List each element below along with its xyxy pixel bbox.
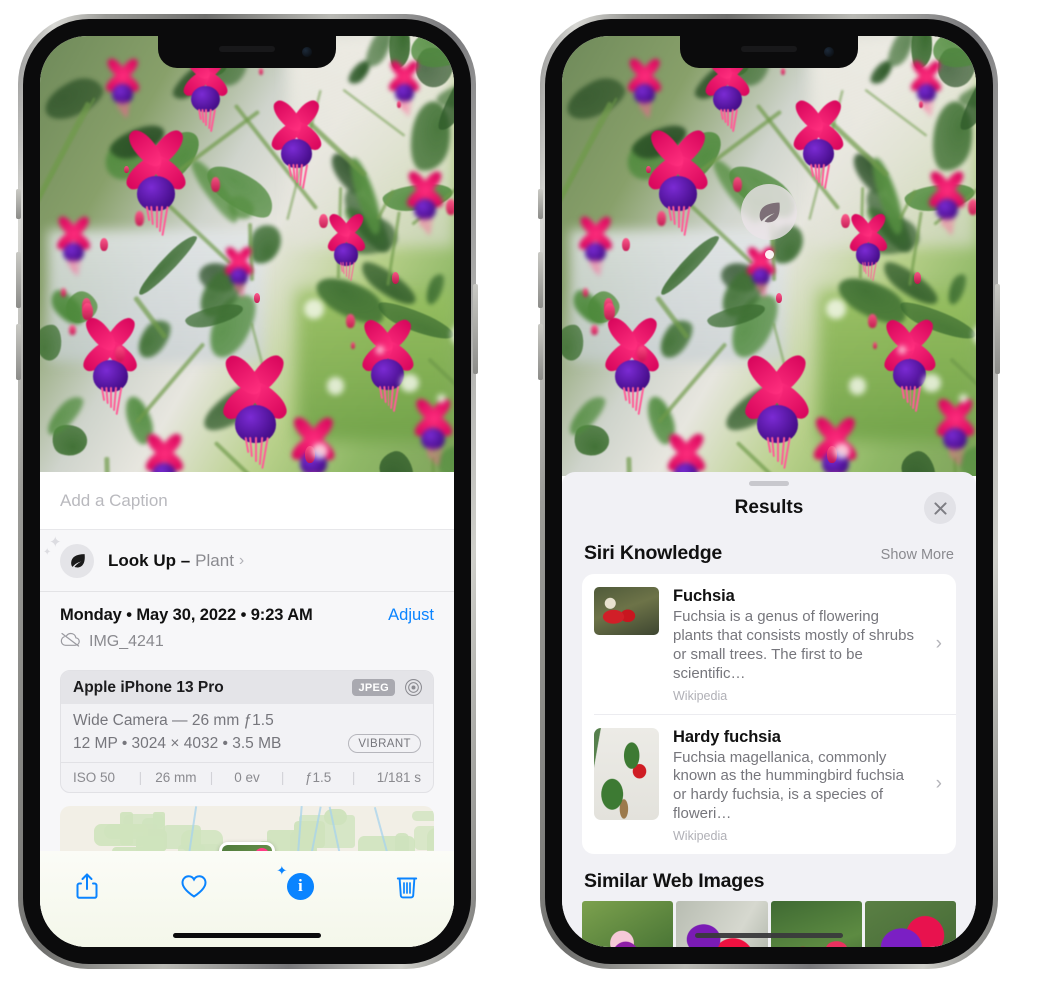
mute-switch[interactable] — [16, 189, 21, 219]
photographic-style-badge: VIBRANT — [348, 734, 421, 753]
results-header: Results — [562, 486, 976, 530]
camera-card-body: Wide Camera — 26 mm ƒ1.5 12 MP • 3024 × … — [61, 704, 433, 762]
results-title: Results — [734, 497, 804, 518]
earpiece-speaker — [219, 46, 275, 52]
exif-focal: 26 mm — [155, 770, 197, 785]
phone-right: Results Siri Knowledge Show More Fuchsia… — [538, 14, 1000, 969]
home-indicator[interactable] — [695, 933, 843, 938]
format-badge: JPEG — [352, 679, 395, 696]
result-thumbnail — [594, 587, 659, 635]
photo-filename: IMG_4241 — [89, 633, 164, 650]
results-sheet: Results Siri Knowledge Show More Fuchsia… — [562, 472, 976, 947]
result-title: Hardy fuchsia — [673, 727, 781, 746]
sparkle-small-icon: ✦ — [43, 546, 52, 558]
phone-left: Add a Caption ✦ ✦ Look Up – Plant › Mond… — [16, 14, 478, 969]
look-up-label: Look Up – — [108, 550, 191, 570]
result-card[interactable]: Fuchsia Fuchsia is a genus of flowering … — [582, 574, 956, 714]
camera-device-name: Apple iPhone 13 Pro — [73, 678, 224, 696]
similar-image[interactable] — [864, 901, 956, 947]
result-title: Fuchsia — [673, 587, 735, 605]
caption-placeholder: Add a Caption — [60, 490, 168, 510]
chevron-right-icon: › — [935, 773, 942, 795]
phone-screen-right: Results Siri Knowledge Show More Fuchsia… — [562, 36, 976, 947]
photo-info-sheet: Add a Caption ✦ ✦ Look Up – Plant › Mond… — [40, 472, 454, 947]
similar-image[interactable] — [676, 901, 768, 947]
photo-metadata: Monday • May 30, 2022 • 9:23 AM Adjust I… — [40, 592, 454, 662]
similar-image[interactable] — [582, 901, 674, 947]
front-camera — [302, 47, 312, 57]
result-description: Fuchsia is a genus of flowering plants t… — [673, 608, 914, 682]
similar-web-images-strip — [562, 901, 976, 947]
power-button[interactable] — [995, 284, 1000, 374]
phone-screen-left: Add a Caption ✦ ✦ Look Up – Plant › Mond… — [40, 36, 454, 947]
look-up-subject: Plant — [195, 550, 234, 570]
siri-knowledge-header: Siri Knowledge Show More — [562, 530, 976, 574]
sparkle-icon: ✦ — [276, 863, 288, 878]
lens-info: Wide Camera — 26 mm ƒ1.5 — [73, 712, 274, 729]
visual-lookup-pin[interactable] — [741, 184, 797, 259]
caption-field[interactable]: Add a Caption — [40, 472, 454, 530]
close-icon[interactable] — [924, 492, 956, 524]
show-more-button[interactable]: Show More — [881, 547, 954, 563]
home-indicator[interactable] — [173, 933, 321, 938]
earpiece-speaker — [741, 46, 797, 52]
front-camera — [824, 47, 834, 57]
mute-switch[interactable] — [538, 189, 543, 219]
exif-iso: ISO 50 — [73, 770, 116, 785]
heart-icon[interactable] — [177, 869, 211, 903]
exif-aperture: ƒ1.5 — [304, 770, 332, 785]
exif-row: ISO 50 | 26 mm | 0 ev | ƒ1.5 | 1/181 s — [61, 762, 433, 792]
chevron-right-icon: › — [935, 632, 942, 654]
file-specs: 12 MP • 3024 × 4032 • 3.5 MB — [73, 734, 282, 752]
notch — [158, 36, 336, 68]
look-up-label-group: Look Up – Plant › — [108, 551, 244, 571]
siri-knowledge-title: Siri Knowledge — [584, 542, 723, 564]
chevron-right-icon: › — [238, 551, 245, 569]
info-icon[interactable]: ✦ i — [276, 864, 317, 903]
volume-down-button[interactable] — [16, 324, 21, 380]
photo-date: Monday • May 30, 2022 • 9:23 AM — [60, 606, 313, 624]
look-up-row[interactable]: ✦ ✦ Look Up – Plant › — [40, 530, 454, 592]
pin-dot — [764, 250, 774, 259]
similar-web-images-title: Similar Web Images — [584, 870, 765, 893]
aperture-icon — [404, 678, 423, 697]
power-button[interactable] — [473, 284, 478, 374]
exif-shutter: 1/181 s — [376, 770, 422, 785]
share-icon[interactable] — [70, 869, 104, 903]
result-source: Wikipedia — [673, 688, 728, 703]
screenshot-stage: Add a Caption ✦ ✦ Look Up – Plant › Mond… — [0, 0, 1055, 985]
cloud-slash-icon — [60, 632, 81, 652]
photo-viewer[interactable] — [40, 36, 454, 476]
notch — [680, 36, 858, 68]
siri-knowledge-cards: Fuchsia Fuchsia is a genus of flowering … — [582, 574, 956, 855]
leaf-icon — [741, 184, 797, 240]
trash-icon[interactable] — [390, 869, 424, 903]
leaf-icon: ✦ ✦ — [43, 535, 94, 578]
volume-up-button[interactable] — [538, 252, 543, 308]
result-description: Fuchsia magellanica, commonly known as t… — [673, 748, 904, 823]
result-thumbnail — [594, 727, 659, 820]
volume-down-button[interactable] — [538, 324, 543, 380]
result-card[interactable]: Hardy fuchsia Fuchsia magellanica, commo… — [594, 713, 956, 855]
adjust-button[interactable]: Adjust — [388, 606, 434, 625]
exif-exposure: 0 ev — [234, 770, 260, 785]
volume-up-button[interactable] — [16, 252, 21, 308]
similar-image[interactable] — [770, 901, 862, 947]
camera-info-card[interactable]: Apple iPhone 13 Pro JPEG Wide Camera — 2… — [60, 670, 434, 793]
result-source: Wikipedia — [673, 829, 728, 844]
camera-card-header: Apple iPhone 13 Pro JPEG — [61, 671, 433, 704]
